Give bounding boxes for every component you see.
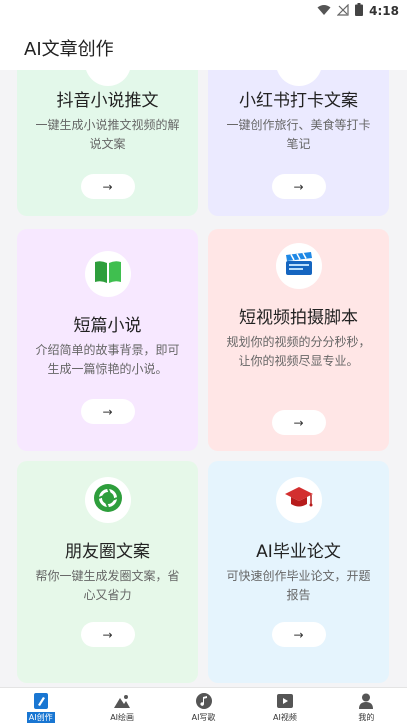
- card-moments[interactable]: 朋友圈文案 帮你一键生成发圈文案，省心又省力 →: [17, 461, 198, 683]
- card-desc: 一键生成小说推文视频的解说文案: [35, 118, 180, 151]
- card-grid: 抖音小说推文 一键生成小说推文视频的解说文案 → 小红书打卡文案 一键创作旅行、…: [0, 70, 407, 687]
- go-button[interactable]: →: [80, 399, 135, 424]
- nav-ai-song[interactable]: AI写歌: [163, 688, 244, 726]
- green-book-icon: [93, 259, 123, 289]
- nav-mine[interactable]: 我的: [326, 688, 407, 726]
- card-title: 短篇小说: [73, 316, 142, 336]
- card-icon-circle: [84, 70, 131, 86]
- camera-aperture-icon: [93, 483, 123, 517]
- card-icon-circle: [84, 251, 131, 297]
- person-icon: [357, 692, 375, 710]
- bottom-nav: AI创作 AI绘画 AI写歌 AI视频 我的: [0, 687, 407, 726]
- card-icon-circle: [84, 477, 131, 523]
- card-short-novel[interactable]: 短篇小说 介绍简单的故事背景，即可生成一篇惊艳的小说。 →: [17, 229, 198, 451]
- music-icon: [195, 692, 213, 710]
- card-douyin-novel[interactable]: 抖音小说推文 一键生成小说推文视频的解说文案 →: [17, 70, 198, 216]
- no-signal-icon: [336, 3, 349, 19]
- status-icons: 4:18: [317, 3, 399, 19]
- card-title: AI毕业论文: [256, 542, 341, 562]
- card-icon-circle: [275, 477, 322, 523]
- go-button[interactable]: →: [80, 174, 135, 199]
- nav-ai-writing[interactable]: AI创作: [0, 688, 81, 726]
- status-bar: 4:18: [0, 0, 407, 22]
- card-icon-circle: [275, 70, 322, 86]
- clapperboard-icon: [285, 252, 313, 280]
- nav-label: 我的: [358, 713, 375, 722]
- nav-ai-painting[interactable]: AI绘画: [81, 688, 162, 726]
- card-title: 抖音小说推文: [56, 91, 159, 111]
- nav-label: AI绘画: [110, 713, 135, 722]
- nav-label: AI创作: [26, 712, 55, 723]
- card-desc: 帮你一键生成发圈文案，省心又省力: [35, 569, 180, 602]
- video-icon: [276, 692, 294, 710]
- go-button[interactable]: →: [271, 622, 326, 647]
- wifi-icon: [317, 4, 331, 19]
- go-button[interactable]: →: [271, 174, 326, 199]
- card-icon-circle: [275, 243, 322, 289]
- card-video-script[interactable]: 短视频拍摄脚本 规划你的视频的分分秒秒，让你的视频尽显专业。 →: [208, 229, 389, 451]
- graduation-cap-icon: [284, 485, 314, 515]
- picture-icon: [113, 692, 131, 710]
- card-desc: 介绍简单的故事背景，即可生成一篇惊艳的小说。: [35, 343, 180, 376]
- card-desc: 可快速创作毕业论文，开题报告: [226, 569, 371, 602]
- go-button[interactable]: →: [271, 410, 326, 435]
- go-button[interactable]: →: [80, 622, 135, 647]
- card-graduation-thesis[interactable]: AI毕业论文 可快速创作毕业论文，开题报告 →: [208, 461, 389, 683]
- card-xiaohongshu[interactable]: 小红书打卡文案 一键创作旅行、美食等打卡笔记 →: [208, 70, 389, 216]
- app-bar: AI文章创作: [0, 22, 407, 70]
- pen-icon: [32, 692, 50, 710]
- card-title: 朋友圈文案: [65, 542, 150, 562]
- nav-label: AI视频: [273, 713, 297, 722]
- card-title: 短视频拍摄脚本: [239, 308, 358, 328]
- status-time: 4:18: [369, 4, 399, 18]
- card-desc: 规划你的视频的分分秒秒，让你的视频尽显专业。: [226, 335, 371, 368]
- nav-ai-video[interactable]: AI视频: [244, 688, 325, 726]
- battery-icon: [355, 3, 364, 19]
- card-title: 小红书打卡文案: [239, 91, 358, 111]
- page-title: AI文章创作: [24, 39, 114, 60]
- nav-label: AI写歌: [191, 713, 216, 722]
- card-desc: 一键创作旅行、美食等打卡笔记: [226, 118, 371, 151]
